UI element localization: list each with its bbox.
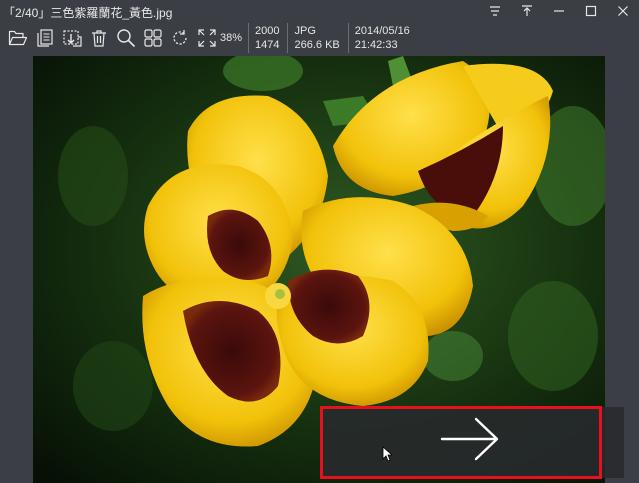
image-height: 1474 xyxy=(255,39,280,51)
delete-button[interactable] xyxy=(85,24,112,52)
toolbar: 38% 2000 1474 JPG 266.6 KB 2014/05/16 21… xyxy=(0,22,639,54)
menu-button[interactable] xyxy=(479,0,511,22)
rotate-icon xyxy=(172,30,187,45)
minimize-icon xyxy=(554,10,564,12)
move-button[interactable] xyxy=(58,24,85,52)
grid-icon xyxy=(143,29,162,47)
image-viewer-window: 「2/40」三色紫羅蘭花_黃色.jpg 38% 2000 1474 JPG 26… xyxy=(0,0,639,483)
copy-icon xyxy=(36,29,53,47)
close-icon xyxy=(618,6,628,16)
file-size: 266.6 KB xyxy=(294,39,340,51)
fullscreen-icon xyxy=(197,29,216,47)
rotate-button[interactable] xyxy=(166,24,193,52)
zoom-level: 38% xyxy=(220,32,243,44)
file-date: 2014/05/16 xyxy=(354,25,410,37)
image-info: 2000 1474 JPG 266.6 KB 2014/05/16 21:42:… xyxy=(248,23,418,53)
file-time: 21:42:33 xyxy=(354,39,398,51)
search-icon xyxy=(116,29,135,48)
window-title: 「2/40」三色紫羅蘭花_黃色.jpg xyxy=(3,6,173,20)
minimize-button[interactable] xyxy=(543,0,575,22)
folder-open-icon xyxy=(8,30,27,46)
file-format: JPG xyxy=(294,25,316,37)
fullscreen-button[interactable] xyxy=(193,24,220,52)
title-bar: 「2/40」三色紫羅蘭花_黃色.jpg xyxy=(0,0,639,22)
trash-icon xyxy=(91,30,106,47)
date-info: 2014/05/16 21:42:33 xyxy=(347,23,418,53)
highlight-box xyxy=(320,406,602,479)
maximize-icon xyxy=(585,5,597,17)
close-button[interactable] xyxy=(607,0,639,22)
dimensions: 2000 1474 xyxy=(248,23,287,53)
open-button[interactable] xyxy=(4,24,31,52)
pin-top-icon xyxy=(522,5,532,16)
copy-button[interactable] xyxy=(31,24,58,52)
thumbnails-button[interactable] xyxy=(139,24,166,52)
window-controls xyxy=(479,0,639,22)
hamburger-icon xyxy=(490,6,500,16)
file-info: JPG 266.6 KB xyxy=(287,23,347,53)
image-width: 2000 xyxy=(255,25,280,37)
maximize-button[interactable] xyxy=(575,0,607,22)
move-icon xyxy=(62,30,82,47)
pin-top-button[interactable] xyxy=(511,0,543,22)
search-button[interactable] xyxy=(112,24,139,52)
